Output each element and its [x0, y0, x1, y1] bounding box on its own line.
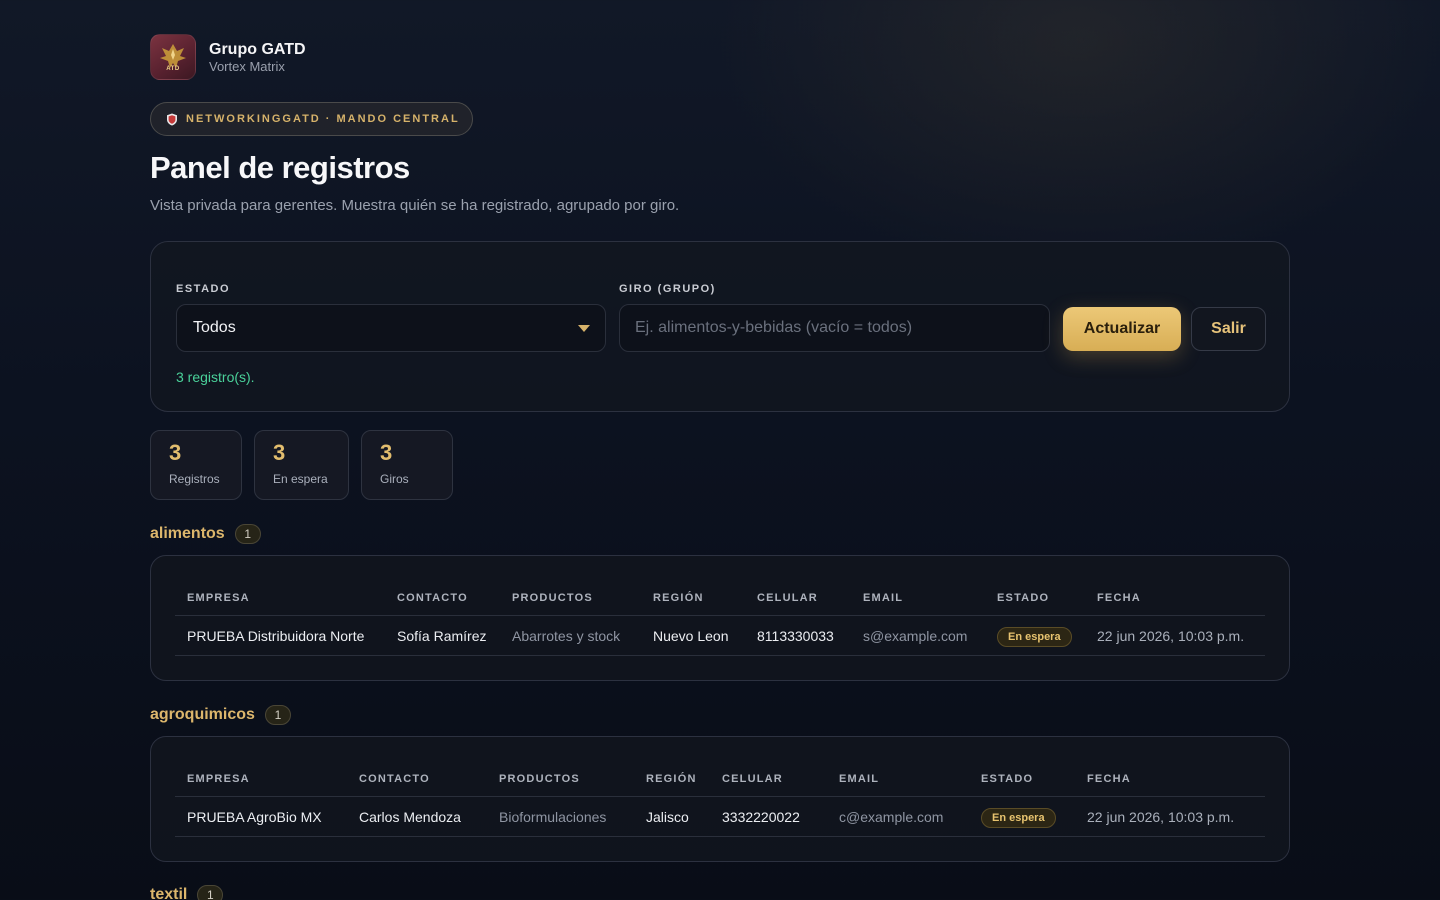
column-header: PRODUCTOS [512, 592, 593, 604]
chevron-down-icon [578, 325, 590, 332]
cell-productos: Bioformulaciones [499, 809, 607, 825]
cell-productos: Abarrotes y stock [512, 628, 621, 644]
pill-label: NETWORKINGGATD · MANDO CENTRAL [186, 113, 460, 125]
group-table-alimentos: EMPRESA CONTACTO PRODUCTOS REGIÓN CELULA… [150, 555, 1290, 681]
brand-name: Grupo GATD [209, 40, 306, 58]
stat-value: 3 [169, 440, 182, 465]
column-header: EMAIL [863, 592, 904, 604]
status-badge: En espera [981, 808, 1056, 828]
column-header: EMPRESA [187, 773, 250, 785]
group-name: alimentos [150, 525, 225, 542]
column-header: FECHA [1087, 773, 1131, 785]
cell-celular: 8113330033 [757, 628, 834, 644]
row-divider [175, 655, 1265, 656]
filter-card: ESTADO Todos GIRO (GRUPO) Actualizar Sal… [150, 241, 1290, 412]
stat-registros: 3 Registros [150, 430, 242, 500]
column-header: REGIÓN [653, 592, 704, 604]
cell-region: Jalisco [646, 809, 689, 825]
logo-text: ATD [166, 66, 180, 72]
column-header: CELULAR [757, 592, 818, 604]
column-header: PRODUCTOS [499, 773, 580, 785]
cell-region: Nuevo Leon [653, 628, 729, 644]
section-pill: NETWORKINGGATD · MANDO CENTRAL [150, 102, 473, 136]
group-count-badge: 1 [264, 705, 291, 725]
row-divider [175, 615, 1265, 616]
refresh-button[interactable]: Actualizar [1063, 307, 1181, 351]
group-name: agroquimicos [150, 706, 255, 723]
cell-fecha: 22 jun 2026, 10:03 p.m. [1097, 628, 1245, 644]
stat-label: Giros [380, 472, 409, 486]
brand-header: ATD Grupo GATD Vortex Matrix [150, 34, 1290, 80]
group-count-badge: 1 [234, 524, 261, 544]
column-header: ESTADO [981, 773, 1034, 785]
column-header: ESTADO [997, 592, 1050, 604]
cell-fecha: 22 jun 2026, 10:03 p.m. [1087, 809, 1235, 825]
estado-select-value: Todos [193, 319, 236, 336]
giro-label: GIRO (GRUPO) [619, 283, 716, 295]
estado-label: ESTADO [176, 283, 231, 295]
group-header-alimentos: alimentos 1 [150, 524, 261, 544]
page-container: ATD Grupo GATD Vortex Matrix NETWORKINGG… [150, 34, 1290, 900]
stat-value: 3 [380, 440, 393, 465]
page-title: Panel de registros [150, 150, 410, 185]
cell-celular: 3332220022 [722, 809, 800, 825]
stat-label: En espera [273, 472, 328, 486]
estado-select[interactable]: Todos [176, 304, 606, 352]
giro-input[interactable] [619, 304, 1050, 352]
column-header: FECHA [1097, 592, 1141, 604]
cell-empresa: PRUEBA AgroBio MX [187, 809, 322, 825]
logout-button[interactable]: Salir [1191, 307, 1266, 351]
cell-empresa: PRUEBA Distribuidora Norte [187, 628, 365, 644]
cell-email: c@example.com [839, 809, 944, 825]
shield-icon [167, 113, 177, 125]
row-divider [175, 796, 1265, 797]
cell-contacto: Sofía Ramírez [397, 628, 487, 644]
column-header: CONTACTO [359, 773, 430, 785]
column-header: CELULAR [722, 773, 783, 785]
status-badge: En espera [997, 627, 1072, 647]
column-header: EMAIL [839, 773, 880, 785]
stat-label: Registros [169, 472, 220, 486]
group-table-agroquimicos: EMPRESA CONTACTO PRODUCTOS REGIÓN CELULA… [150, 736, 1290, 862]
column-header: EMPRESA [187, 592, 250, 604]
brand-logo: ATD [150, 34, 196, 80]
column-header: CONTACTO [397, 592, 468, 604]
column-header: REGIÓN [646, 773, 697, 785]
result-count-message: 3 registro(s). [176, 369, 255, 385]
cell-contacto: Carlos Mendoza [359, 809, 461, 825]
group-header-agroquimicos: agroquimicos 1 [150, 705, 291, 725]
brand-subtitle: Vortex Matrix [209, 58, 285, 74]
page-subtitle: Vista privada para gerentes. Muestra qui… [150, 197, 680, 214]
group-count-badge: 1 [197, 885, 224, 900]
group-header-textil: textil 1 [150, 885, 224, 900]
stat-giros: 3 Giros [361, 430, 453, 500]
stat-value: 3 [273, 440, 286, 465]
cell-email: s@example.com [863, 628, 968, 644]
group-name: textil [150, 886, 188, 900]
row-divider [175, 836, 1265, 837]
stat-en-espera: 3 En espera [254, 430, 349, 500]
